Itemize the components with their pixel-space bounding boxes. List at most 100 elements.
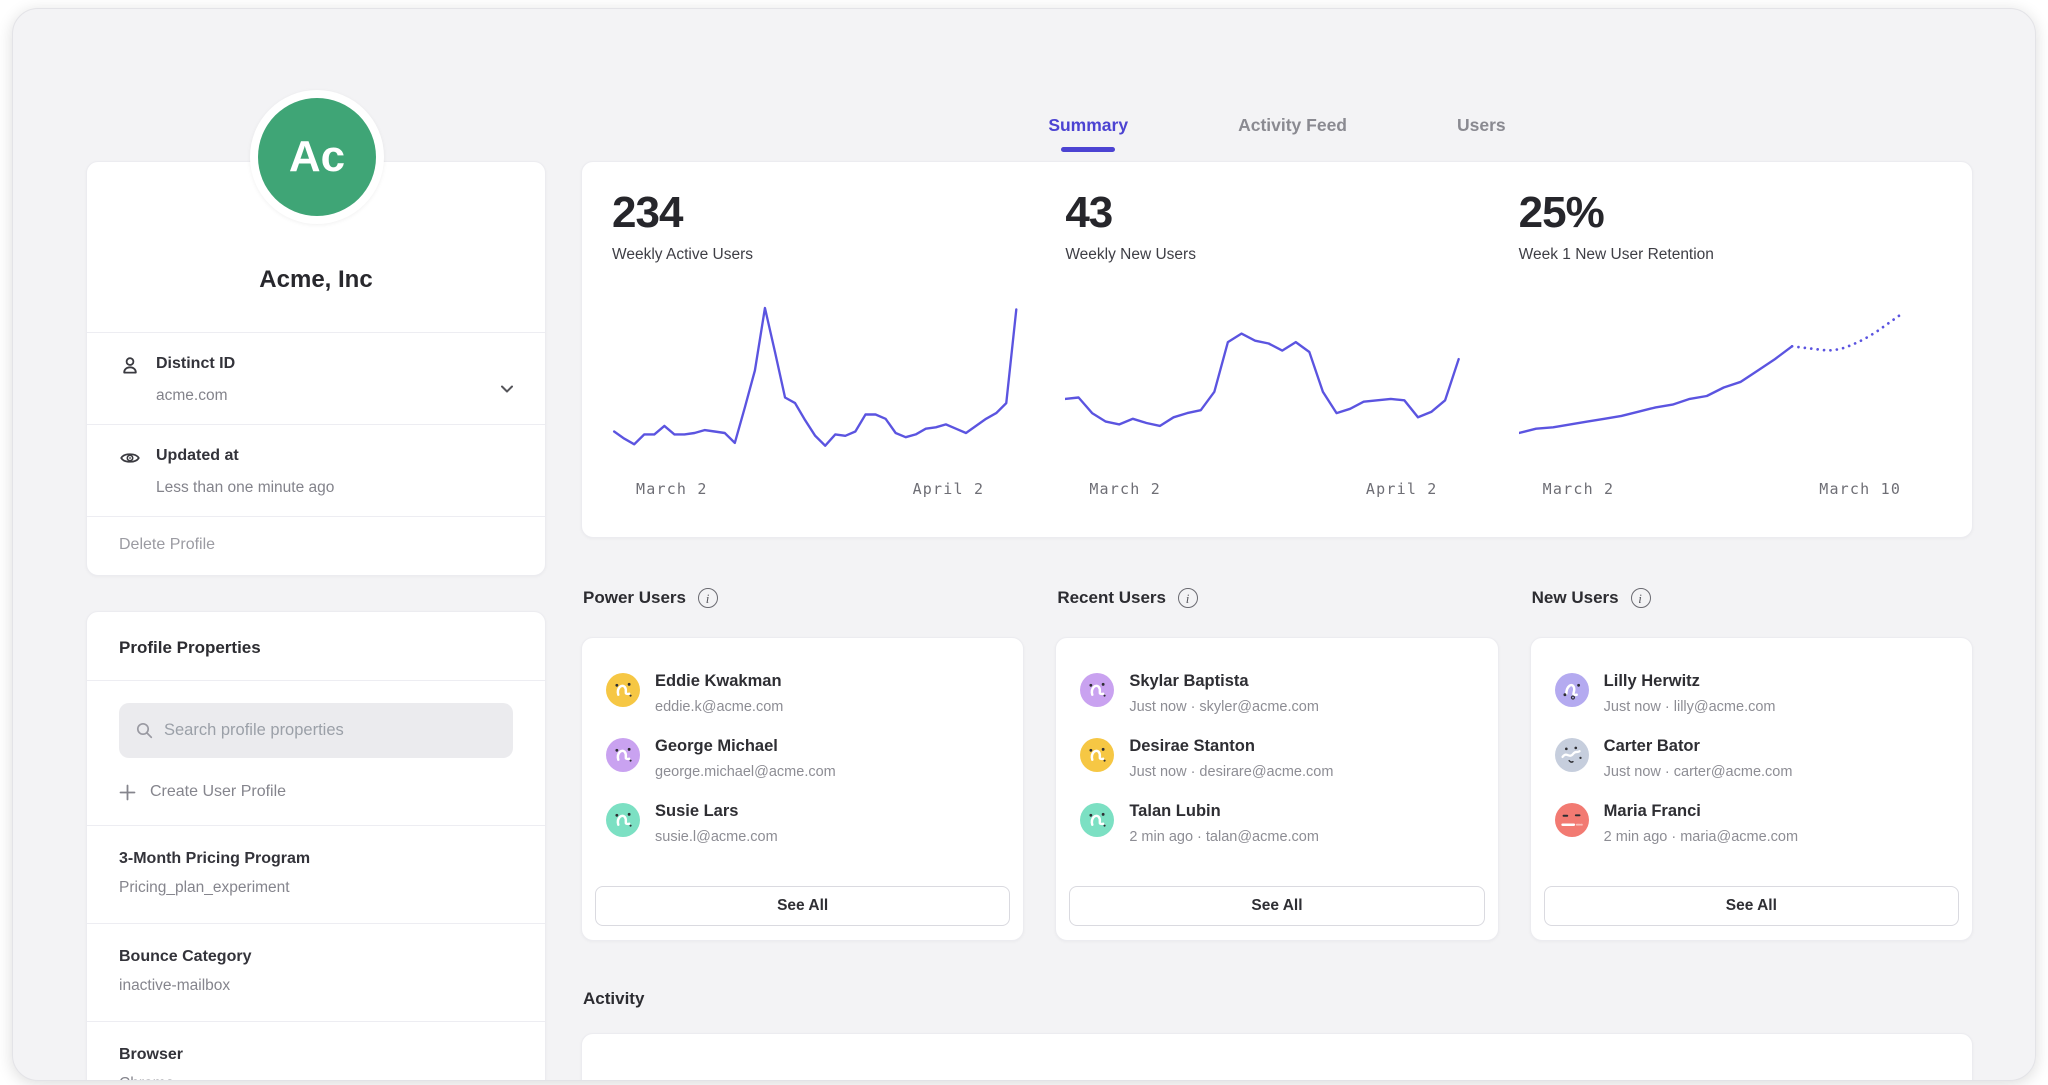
user-detail: Just now · desirare@acme.com [1129, 763, 1333, 781]
property-value: Pricing_plan_experiment [119, 879, 513, 897]
property-label: 3-Month Pricing Program [119, 850, 513, 868]
property-value: inactive-mailbox [119, 977, 513, 995]
user-name: Desirae Stanton [1129, 736, 1333, 757]
x-axis-label: April 2 [913, 480, 985, 498]
company-name: Acme, Inc [87, 266, 545, 294]
user-row[interactable]: George Michael george.michael@acme.com [606, 736, 999, 781]
app-frame: Ac Acme, Inc Distinct ID acme.com [12, 8, 2036, 1081]
user-avatar [1555, 803, 1589, 837]
stat-weekly-new-users: 43 Weekly New Users March 2 April 2 [1065, 190, 1488, 537]
user-row[interactable]: Carter Bator Just now · carter@acme.com [1555, 736, 1948, 781]
x-axis-label: March 2 [1543, 480, 1615, 498]
create-user-profile-label: Create User Profile [150, 783, 286, 801]
user-name: George Michael [655, 736, 836, 757]
profile-properties-title: Profile Properties [87, 612, 545, 680]
user-name: Maria Franci [1604, 801, 1798, 822]
user-avatar [1555, 673, 1589, 707]
user-row[interactable]: Desirae Stanton Just now · desirare@acme… [1080, 736, 1473, 781]
search-input[interactable] [164, 721, 497, 740]
stat-value: 234 [612, 190, 1035, 236]
user-avatar [606, 738, 640, 772]
user-name: Susie Lars [655, 801, 778, 822]
weekly-new-users-sparkline [1065, 298, 1488, 458]
user-avatar [606, 803, 640, 837]
user-name: Skylar Baptista [1129, 671, 1319, 692]
weekly-active-users-sparkline [612, 298, 1035, 458]
tab-users[interactable]: Users [1457, 115, 1506, 152]
stat-label: Week 1 New User Retention [1519, 246, 1942, 264]
property-value: Chrome [119, 1075, 513, 1081]
activity-stat-value: 240 [1065, 1076, 1488, 1081]
info-icon[interactable] [1178, 588, 1198, 608]
week1-retention-sparkline [1519, 298, 1942, 458]
user-row[interactable]: Eddie Kwakman eddie.k@acme.com [606, 671, 999, 716]
x-axis: March 2 April 2 [612, 480, 1035, 500]
user-name: Carter Bator [1604, 736, 1793, 757]
see-all-button[interactable]: See All [595, 886, 1010, 926]
profile-properties-card: Profile Properties Create User Profile 3… [86, 611, 546, 1081]
person-icon [119, 355, 141, 377]
user-avatar [1080, 673, 1114, 707]
delete-profile-row: Delete Profile [87, 517, 545, 575]
property-item[interactable]: Browser Chrome [87, 1022, 545, 1081]
field-row-updated-at: Updated at Less than one minute ago [87, 425, 545, 516]
x-axis: March 2 April 2 [1065, 480, 1488, 500]
activity-title: Activity [583, 989, 644, 1008]
stat-value: 43 [1065, 190, 1488, 236]
activity-card: 234 240 3.4k [581, 1033, 1973, 1081]
x-axis-label: March 2 [1089, 480, 1161, 498]
section-title: New Users [1532, 588, 1619, 608]
user-row[interactable]: Susie Lars susie.l@acme.com [606, 801, 999, 846]
property-item[interactable]: Bounce Category inactive-mailbox [87, 924, 545, 1021]
stat-label: Weekly New Users [1065, 246, 1488, 264]
tab-bar: Summary Activity Feed Users [581, 115, 1973, 159]
property-label: Bounce Category [119, 948, 513, 966]
activity-header: Activity [581, 989, 1973, 1013]
see-all-button[interactable]: See All [1069, 886, 1484, 926]
x-axis-label: March 10 [1819, 480, 1901, 498]
user-detail: 2 min ago · maria@acme.com [1604, 828, 1798, 846]
section-header: Recent Users [1055, 586, 1498, 610]
x-axis: March 2 March 10 [1519, 480, 1942, 500]
user-row[interactable]: Lilly Herwitz Just now · lilly@acme.com [1555, 671, 1948, 716]
new-users-card: Lilly Herwitz Just now · lilly@acme.com [1530, 637, 1973, 941]
field-label: Updated at [156, 446, 515, 466]
field-label: Distinct ID [156, 354, 515, 374]
info-icon[interactable] [1631, 588, 1651, 608]
profile-sidebar: Ac Acme, Inc Distinct ID acme.com [86, 9, 546, 1081]
create-user-profile-button[interactable]: Create User Profile [119, 783, 513, 801]
user-detail: Just now · lilly@acme.com [1604, 698, 1776, 716]
delete-profile-button[interactable]: Delete Profile [119, 536, 215, 553]
section-title: Power Users [583, 588, 686, 608]
activity-stat-value: 234 [612, 1076, 1035, 1081]
new-users-section: New Users Lilly Herwitz Just now [1530, 586, 1973, 941]
search-icon [135, 721, 154, 740]
user-avatar [1080, 803, 1114, 837]
see-all-button[interactable]: See All [1544, 886, 1959, 926]
profile-properties-search[interactable] [119, 703, 513, 758]
user-detail: Just now · skyler@acme.com [1129, 698, 1319, 716]
x-axis-label: March 2 [636, 480, 708, 498]
user-row[interactable]: Talan Lubin 2 min ago · talan@acme.com [1080, 801, 1473, 846]
stat-week1-retention: 25% Week 1 New User Retention March 2 Ma… [1519, 190, 1942, 537]
section-title: Recent Users [1057, 588, 1166, 608]
section-header: Power Users [581, 586, 1024, 610]
user-name: Lilly Herwitz [1604, 671, 1776, 692]
recent-users-section: Recent Users Skylar Baptista Just [1055, 586, 1498, 941]
company-avatar-initials: Ac [258, 98, 376, 216]
user-avatar [1080, 738, 1114, 772]
field-row-distinct-id: Distinct ID acme.com [87, 333, 545, 424]
chevron-down-icon[interactable] [497, 379, 517, 399]
activity-stat-value: 3.4k [1519, 1076, 1942, 1081]
user-name: Eddie Kwakman [655, 671, 783, 692]
tab-activity-feed[interactable]: Activity Feed [1238, 115, 1347, 152]
user-detail: george.michael@acme.com [655, 763, 836, 781]
stat-label: Weekly Active Users [612, 246, 1035, 264]
tab-summary[interactable]: Summary [1048, 115, 1128, 152]
property-label: Browser [119, 1046, 513, 1064]
user-row[interactable]: Maria Franci 2 min ago · maria@acme.com [1555, 801, 1948, 846]
info-icon[interactable] [698, 588, 718, 608]
property-item[interactable]: 3-Month Pricing Program Pricing_plan_exp… [87, 826, 545, 923]
x-axis-label: April 2 [1366, 480, 1438, 498]
user-row[interactable]: Skylar Baptista Just now · skyler@acme.c… [1080, 671, 1473, 716]
